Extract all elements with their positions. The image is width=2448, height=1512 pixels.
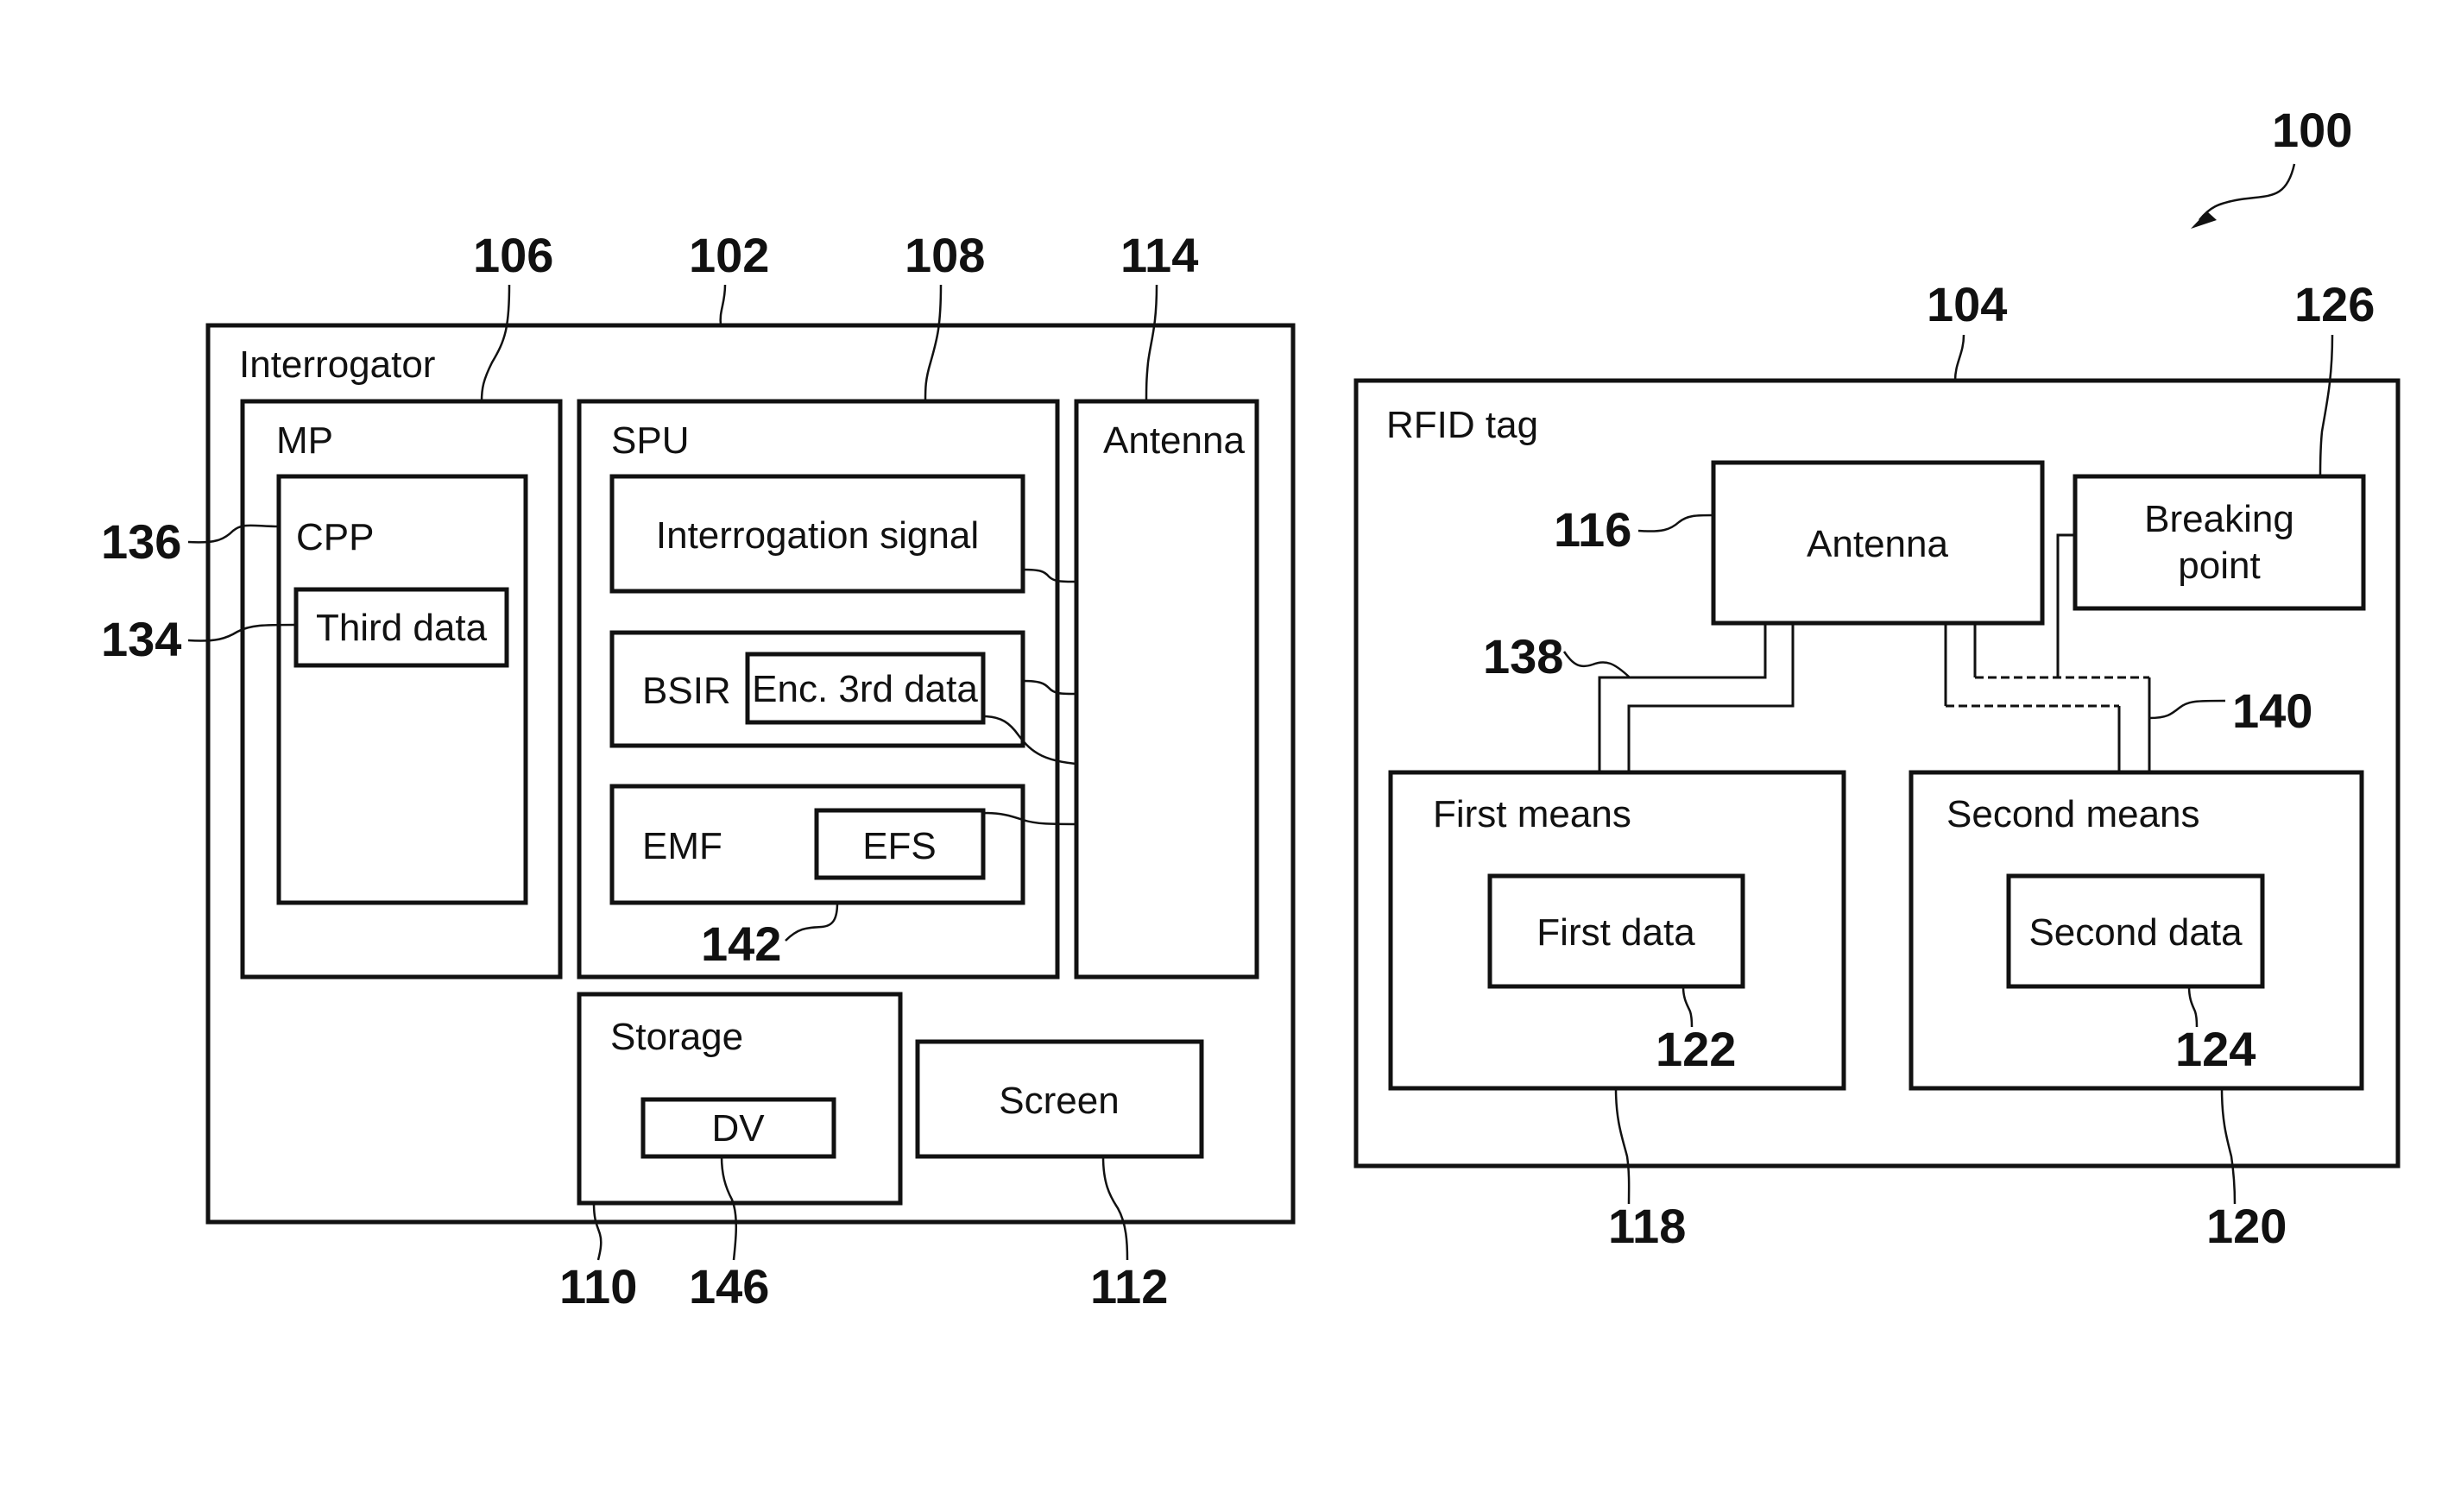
ref-102: 102 [689,228,769,282]
emf-label: EMF [642,825,722,867]
third-data-label: Third data [316,607,488,649]
ref-label: 100 [2272,103,2352,157]
storage-label: Storage [610,1016,743,1058]
ref-108: 108 [905,228,985,282]
cpp-label: CPP [296,516,374,558]
ref-116: 116 [1554,502,1631,557]
breaking-point-label-line2: point [2178,545,2260,587]
arrow-line [2199,163,2296,221]
ref-136: 136 [101,514,181,569]
ref-118: 118 [1608,1199,1686,1253]
leader-104 [1953,334,1965,381]
breaking-point-label-line1: Breaking [2144,498,2294,540]
first-data-label: First data [1536,911,1695,954]
ref-106: 106 [473,228,553,282]
bsir-label: BSIR [642,670,731,712]
rfid-system-diagram: 100 Interrogator 102 MP 106 CPP 136 Thir… [101,103,2401,1314]
dv-label: DV [711,1107,765,1150]
spu-label: SPU [611,419,689,462]
ref-122: 122 [1656,1022,1736,1076]
second-means-label: Second means [1946,793,2200,835]
storage-block: Storage 110 DV 146 [559,992,903,1314]
ref-110: 110 [559,1259,637,1314]
ref-120: 120 [2206,1199,2287,1253]
ref-114: 114 [1120,228,1198,282]
figure-ref-100: 100 [2191,103,2352,229]
ref-146: 146 [689,1259,769,1314]
second-means-block: Second means 120 Second data 124 [1909,770,2364,1253]
efs-label: EFS [862,825,937,867]
ref-104: 104 [1927,277,2007,331]
ref-134: 134 [101,612,181,666]
ref-142: 142 [701,917,781,971]
rfid-tag-title: RFID tag [1386,404,1538,446]
first-means-label: First means [1433,793,1631,835]
screen-label: Screen [999,1080,1119,1122]
interrogator-antenna-box [1074,399,1259,980]
interrogation-signal-label: Interrogation signal [656,514,979,557]
ref-140: 140 [2232,684,2312,738]
leader-102 [719,284,727,326]
mp-label: MP [276,419,333,462]
first-means-block: First means 118 First data 122 [1388,770,1846,1253]
ref-138: 138 [1483,629,1563,684]
ref-124: 124 [2175,1022,2256,1076]
rfid-tag: RFID tag 104 Antenna 116 Breaking point … [1353,277,2401,1253]
second-data-label: Second data [2028,911,2243,954]
ref-112: 112 [1090,1259,1168,1314]
interrogator-title: Interrogator [239,343,435,386]
breaking-point-box [2073,474,2366,611]
interrogator-antenna-label: Antenna [1103,419,1245,462]
tag-antenna-label: Antenna [1807,523,1948,565]
enc-3rd-data-label: Enc. 3rd data [752,668,978,710]
ref-126: 126 [2294,277,2375,331]
interrogator: Interrogator 102 MP 106 CPP 136 Third da… [101,228,1296,1314]
